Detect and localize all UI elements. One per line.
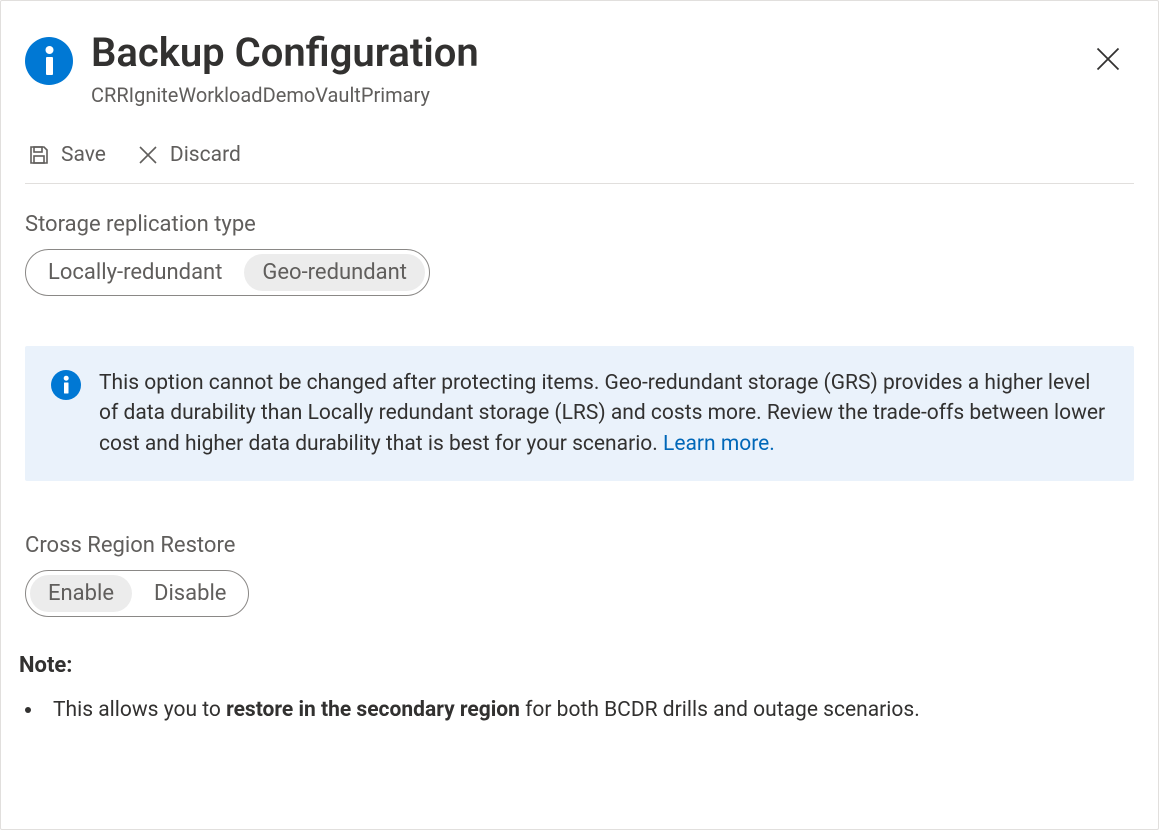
- save-button[interactable]: Save: [27, 143, 106, 167]
- close-icon[interactable]: [1094, 45, 1122, 73]
- banner-text: This option cannot be changed after prot…: [99, 368, 1108, 459]
- note-prefix: This allows you to: [53, 698, 226, 722]
- option-disable[interactable]: Disable: [136, 575, 244, 612]
- page-subtitle: CRRIgniteWorkloadDemoVaultPrimary: [91, 83, 1076, 107]
- option-locally-redundant[interactable]: Locally-redundant: [30, 254, 240, 291]
- cross-region-toggle: Enable Disable: [25, 570, 249, 617]
- info-icon: [25, 37, 73, 85]
- storage-replication-toggle: Locally-redundant Geo-redundant: [25, 249, 430, 296]
- note-item: This allows you to restore in the second…: [25, 696, 1134, 725]
- save-label: Save: [61, 143, 106, 167]
- banner-message: This option cannot be changed after prot…: [99, 371, 1105, 456]
- note-list: This allows you to restore in the second…: [19, 696, 1134, 725]
- note-suffix: for both BCDR drills and outage scenario…: [520, 698, 920, 722]
- option-geo-redundant[interactable]: Geo-redundant: [244, 254, 425, 291]
- page-title: Backup Configuration: [91, 29, 1076, 77]
- discard-label: Discard: [170, 143, 241, 167]
- discard-button[interactable]: Discard: [136, 143, 241, 167]
- discard-icon: [136, 143, 160, 167]
- info-banner: This option cannot be changed after prot…: [25, 346, 1134, 481]
- cross-region-label: Cross Region Restore: [25, 533, 1134, 558]
- option-enable[interactable]: Enable: [30, 575, 132, 612]
- toolbar: Save Discard: [25, 143, 1134, 184]
- note-heading: Note:: [19, 653, 1134, 678]
- note-bold: restore in the secondary region: [226, 698, 520, 722]
- info-icon: [51, 370, 81, 400]
- learn-more-link[interactable]: Learn more.: [663, 432, 775, 456]
- save-icon: [27, 143, 51, 167]
- storage-replication-label: Storage replication type: [25, 212, 1134, 237]
